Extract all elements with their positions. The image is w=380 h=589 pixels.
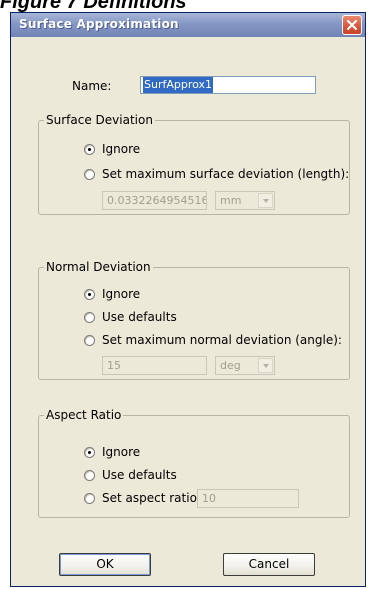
aspect-ratio-legend: Aspect Ratio (44, 408, 124, 422)
surface-ignore-label: Ignore (102, 142, 141, 156)
aspect-set-ratio-label: Set aspect ratio: (102, 491, 201, 505)
aspect-ignore-radio[interactable]: Ignore (84, 444, 140, 460)
normal-use-defaults-radio[interactable]: Use defaults (84, 309, 177, 325)
normal-ignore-label: Ignore (102, 287, 141, 301)
aspect-use-defaults-label: Use defaults (102, 468, 177, 482)
chevron-down-icon (258, 193, 273, 208)
surface-approximation-dialog: Surface Approximation Name: SurfApprox1 … (10, 12, 366, 587)
cancel-button[interactable]: Cancel (223, 553, 315, 576)
surface-unit-select[interactable]: mm (215, 191, 275, 210)
normal-ignore-radio[interactable]: Ignore (84, 286, 140, 302)
normal-deviation-input[interactable]: 15 (102, 356, 207, 375)
radio-unchecked-icon (84, 168, 95, 180)
normal-unit-select[interactable]: deg (215, 356, 275, 375)
name-field[interactable]: SurfApprox1 (140, 76, 316, 94)
surface-deviation-input[interactable]: 0.0332264954516 (102, 191, 207, 210)
aspect-ignore-label: Ignore (102, 445, 141, 459)
normal-deviation-group: Normal Deviation Ignore Use defaults Set… (38, 260, 350, 380)
name-value: SurfApprox1 (143, 77, 214, 93)
radio-checked-icon (84, 446, 95, 458)
normal-use-defaults-label: Use defaults (102, 310, 177, 324)
normal-deviation-legend: Normal Deviation (44, 260, 153, 274)
chevron-down-icon (258, 358, 273, 373)
surface-set-max-label: Set maximum surface deviation (length): (102, 167, 350, 181)
surface-ignore-radio[interactable]: Ignore (84, 141, 140, 157)
radio-unchecked-icon (84, 492, 95, 504)
close-button[interactable] (342, 15, 362, 35)
title-bar[interactable]: Surface Approximation (11, 13, 365, 37)
normal-set-max-label: Set maximum normal deviation (angle): (102, 333, 342, 347)
radio-unchecked-icon (84, 311, 95, 323)
surface-unit-value: mm (220, 194, 242, 207)
surface-deviation-group: Surface Deviation Ignore Set maximum sur… (38, 113, 350, 215)
normal-set-max-radio[interactable]: Set maximum normal deviation (angle): (84, 332, 342, 348)
aspect-set-ratio-radio[interactable]: Set aspect ratio: (84, 490, 201, 506)
ok-button[interactable]: OK (59, 553, 151, 576)
radio-checked-icon (84, 143, 95, 155)
name-label: Name: (72, 79, 112, 93)
surface-set-max-radio[interactable]: Set maximum surface deviation (length): (84, 166, 349, 182)
radio-unchecked-icon (84, 469, 95, 481)
dialog-title: Surface Approximation (19, 17, 179, 31)
radio-checked-icon (84, 288, 95, 300)
normal-unit-value: deg (220, 359, 241, 372)
radio-unchecked-icon (84, 334, 95, 346)
surface-deviation-legend: Surface Deviation (44, 113, 155, 127)
aspect-ratio-input[interactable]: 10 (197, 489, 299, 508)
aspect-use-defaults-radio[interactable]: Use defaults (84, 467, 177, 483)
close-icon (347, 20, 357, 30)
aspect-ratio-group: Aspect Ratio Ignore Use defaults Set asp… (38, 408, 350, 518)
